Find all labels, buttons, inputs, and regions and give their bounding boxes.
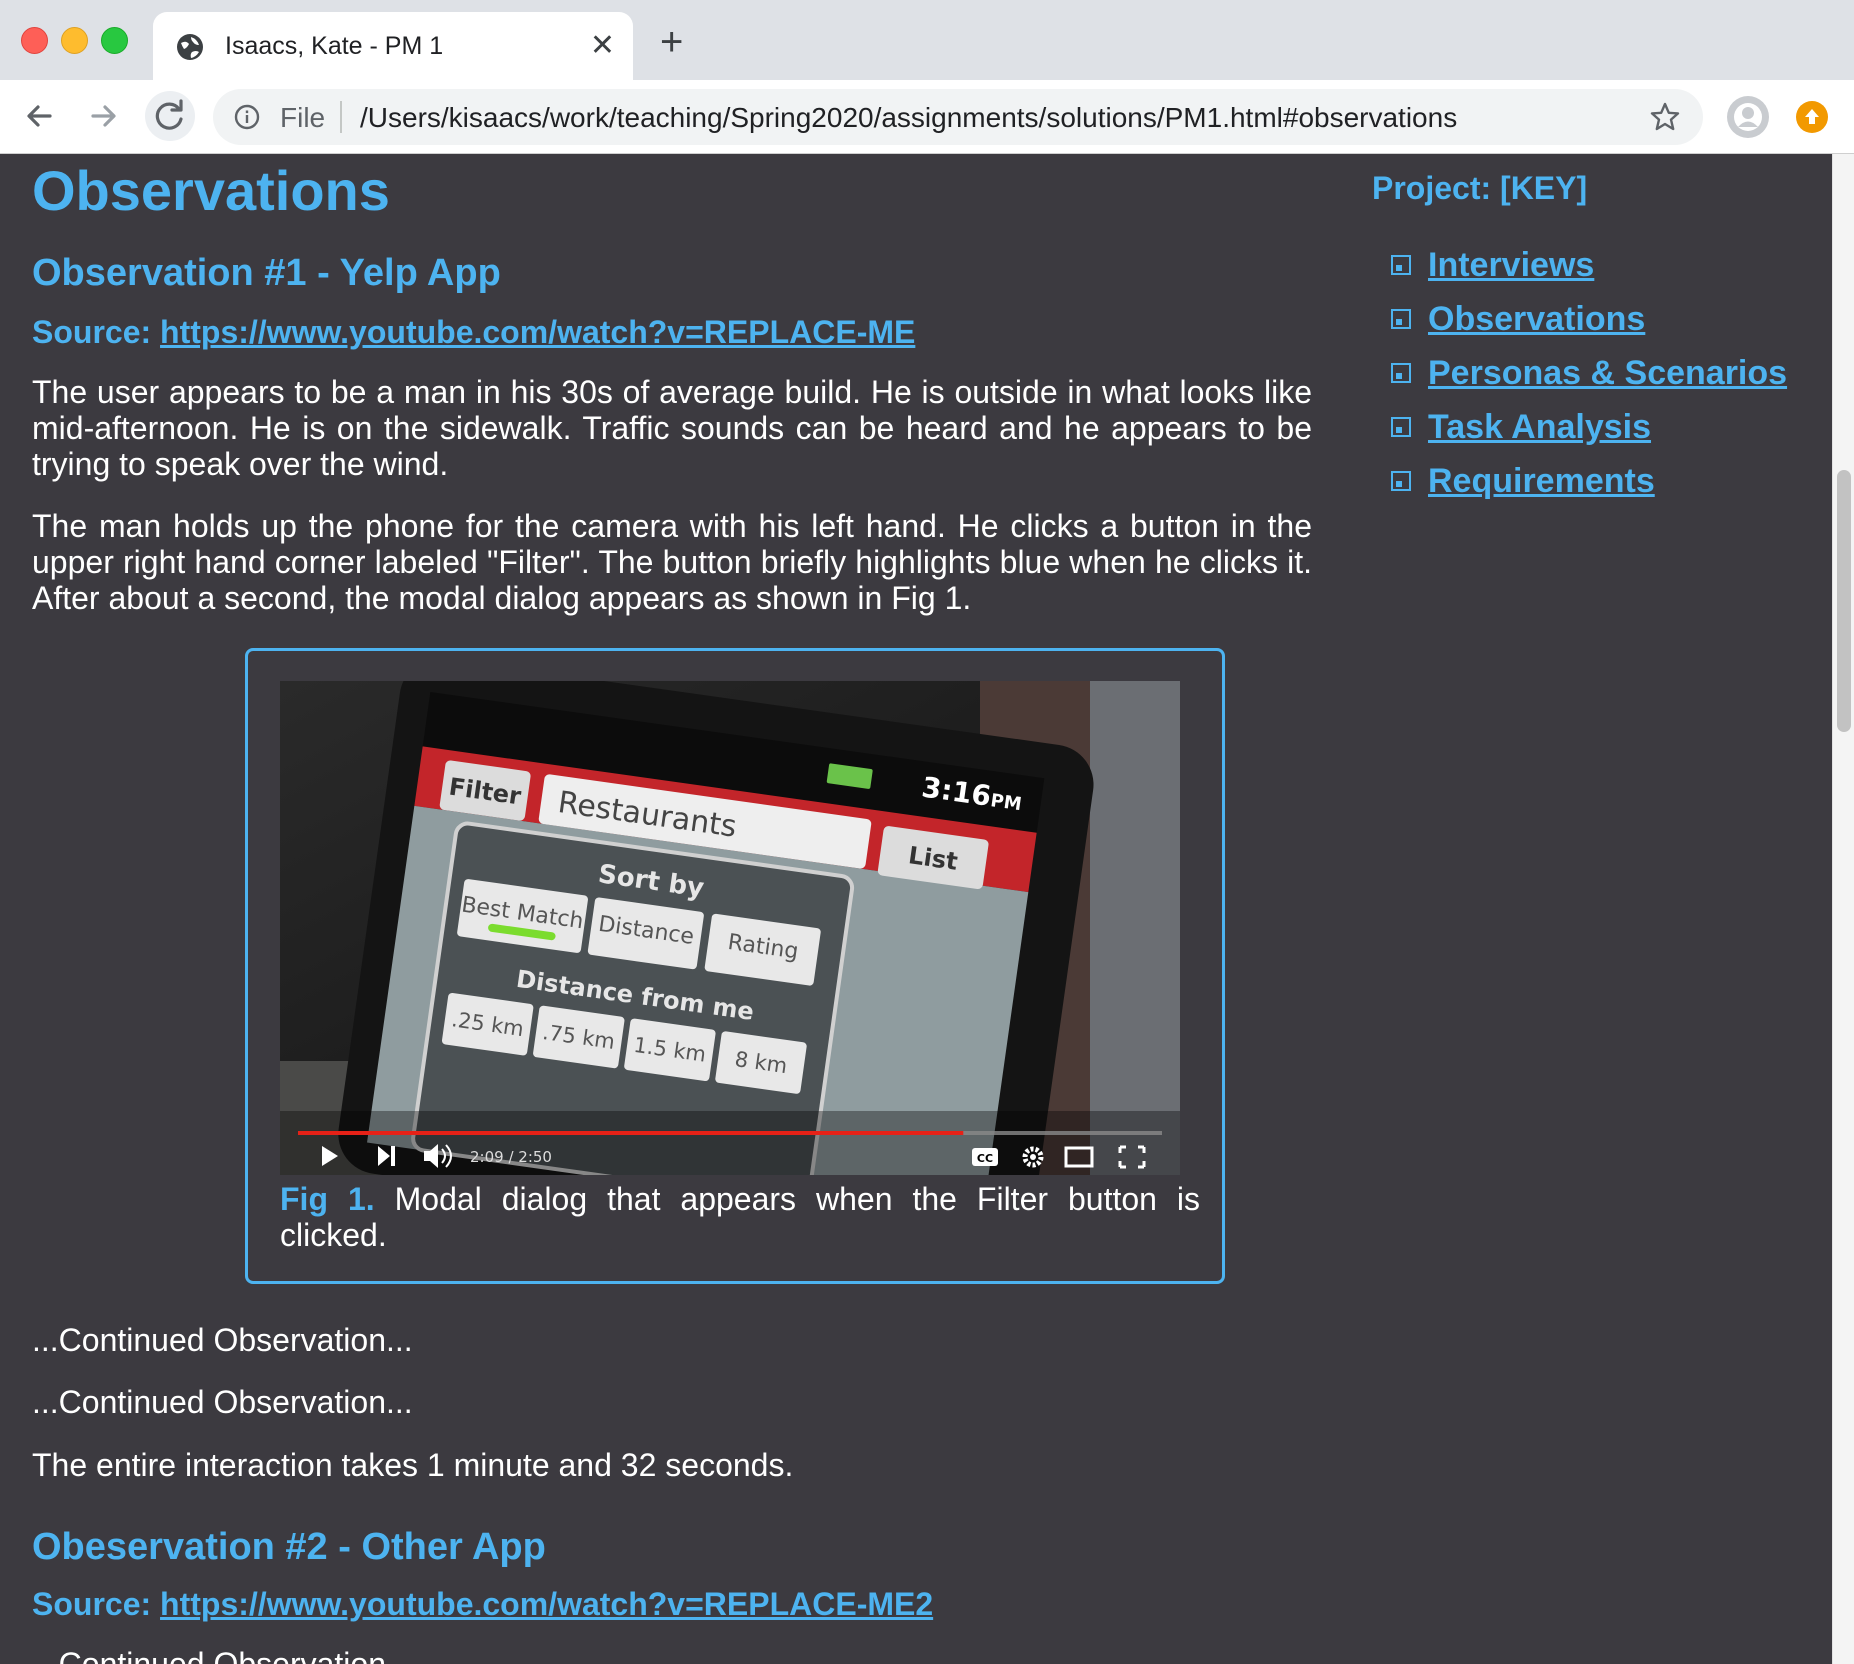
forward-arrow-icon[interactable] <box>83 96 123 136</box>
back-arrow-icon[interactable] <box>20 96 60 136</box>
person-icon <box>1734 103 1762 131</box>
reload-icon <box>155 99 183 130</box>
new-tab-button[interactable]: + <box>660 22 683 62</box>
collapse-box-icon <box>1391 255 1411 275</box>
close-window-button[interactable] <box>21 27 48 54</box>
browser-tab[interactable]: Isaacs, Kate - PM 1 ✕ <box>153 12 633 80</box>
source-label: Source: <box>32 1586 152 1622</box>
scrollbar-thumb[interactable] <box>1837 470 1851 732</box>
collapse-box-icon <box>1391 363 1411 383</box>
observation-2-continued: ...Continued Observation... <box>32 1646 413 1664</box>
video-status-ampm: PM <box>989 790 1023 815</box>
sidebar-title: Project: [KEY] <box>1372 170 1588 206</box>
video-player[interactable]: Filter Restaurants List 3:16 PM Sort by … <box>280 681 1180 1175</box>
tab-close-icon[interactable]: ✕ <box>590 28 615 64</box>
observation-1-paragraph-2: The man holds up the phone for the camer… <box>32 508 1312 616</box>
file-scheme-label: File <box>280 102 326 133</box>
toc-link-interviews[interactable]: Interviews <box>1428 246 1594 285</box>
observation-1-continued-1: ...Continued Observation... <box>32 1322 413 1358</box>
toc-link-task-analysis[interactable]: Task Analysis <box>1428 408 1651 447</box>
page-viewport: Observations Observation #1 - Yelp App S… <box>0 154 1832 1664</box>
observation-1-source-link[interactable]: https://www.youtube.com/watch?v=REPLACE-… <box>160 314 915 350</box>
collapse-box-icon <box>1391 471 1411 491</box>
observation-1-title: Observation #1 - Yelp App <box>32 252 501 294</box>
toc-item-observations: Observations <box>1390 292 1787 346</box>
observation-1-duration: The entire interaction takes 1 minute an… <box>32 1447 794 1483</box>
toc-item-personas: Personas & Scenarios <box>1390 346 1787 400</box>
video-progress-fill <box>298 1131 964 1135</box>
profile-avatar-icon[interactable] <box>1727 96 1769 138</box>
figure-1-number: Fig 1. <box>280 1181 375 1217</box>
maximize-window-button[interactable] <box>101 27 128 54</box>
video-frame: Filter Restaurants List 3:16 PM Sort by … <box>280 681 1180 1175</box>
observation-2-source: Source: https://www.youtube.com/watch?v=… <box>32 1586 933 1623</box>
minimize-window-button[interactable] <box>61 27 88 54</box>
globe-icon <box>177 34 203 60</box>
collapse-box-icon <box>1391 309 1411 329</box>
table-of-contents: Interviews Observations Personas & Scena… <box>1390 238 1787 508</box>
info-icon[interactable] <box>233 103 261 131</box>
toc-link-observations[interactable]: Observations <box>1428 300 1645 339</box>
browser-toolbar: File /Users/kisaacs/work/teaching/Spring… <box>0 80 1854 154</box>
toc-link-requirements[interactable]: Requirements <box>1428 462 1655 501</box>
toc-item-interviews: Interviews <box>1390 238 1787 292</box>
video-time: 2:09 / 2:50 <box>470 1148 552 1166</box>
address-bar[interactable]: File /Users/kisaacs/work/teaching/Spring… <box>213 89 1703 145</box>
arrow-up-icon <box>1805 109 1819 124</box>
update-extension-icon[interactable] <box>1796 101 1828 133</box>
reload-button[interactable] <box>145 91 195 141</box>
figure-1-caption: Fig 1. Modal dialog that appears when th… <box>280 1181 1200 1253</box>
toc-item-task-analysis: Task Analysis <box>1390 400 1787 454</box>
cc-label: CC <box>977 1152 993 1165</box>
figure-1: Filter Restaurants List 3:16 PM Sort by … <box>245 648 1225 1284</box>
observation-1-paragraph-1: The user appears to be a man in his 30s … <box>32 374 1312 482</box>
observation-2-title: Obeservation #2 - Other App <box>32 1526 546 1568</box>
page-scrollbar[interactable] <box>1832 154 1854 1664</box>
bookmark-star-icon[interactable] <box>1649 101 1681 133</box>
observation-2-source-link[interactable]: https://www.youtube.com/watch?v=REPLACE-… <box>160 1586 933 1622</box>
tab-strip: Isaacs, Kate - PM 1 ✕ + <box>0 0 1854 80</box>
observation-1-source: Source: https://www.youtube.com/watch?v=… <box>32 314 915 351</box>
address-separator <box>340 101 342 133</box>
collapse-box-icon <box>1391 417 1411 437</box>
toc-item-requirements: Requirements <box>1390 454 1787 508</box>
observation-1-continued-2: ...Continued Observation... <box>32 1384 413 1420</box>
toc-link-personas-scenarios[interactable]: Personas & Scenarios <box>1428 354 1787 393</box>
tab-title: Isaacs, Kate - PM 1 <box>225 32 444 60</box>
source-label: Source: <box>32 314 152 350</box>
url-text[interactable]: /Users/kisaacs/work/teaching/Spring2020/… <box>360 102 1457 134</box>
page-title: Observations <box>32 159 390 222</box>
figure-1-caption-text: Modal dialog that appears when the Filte… <box>280 1181 1201 1253</box>
